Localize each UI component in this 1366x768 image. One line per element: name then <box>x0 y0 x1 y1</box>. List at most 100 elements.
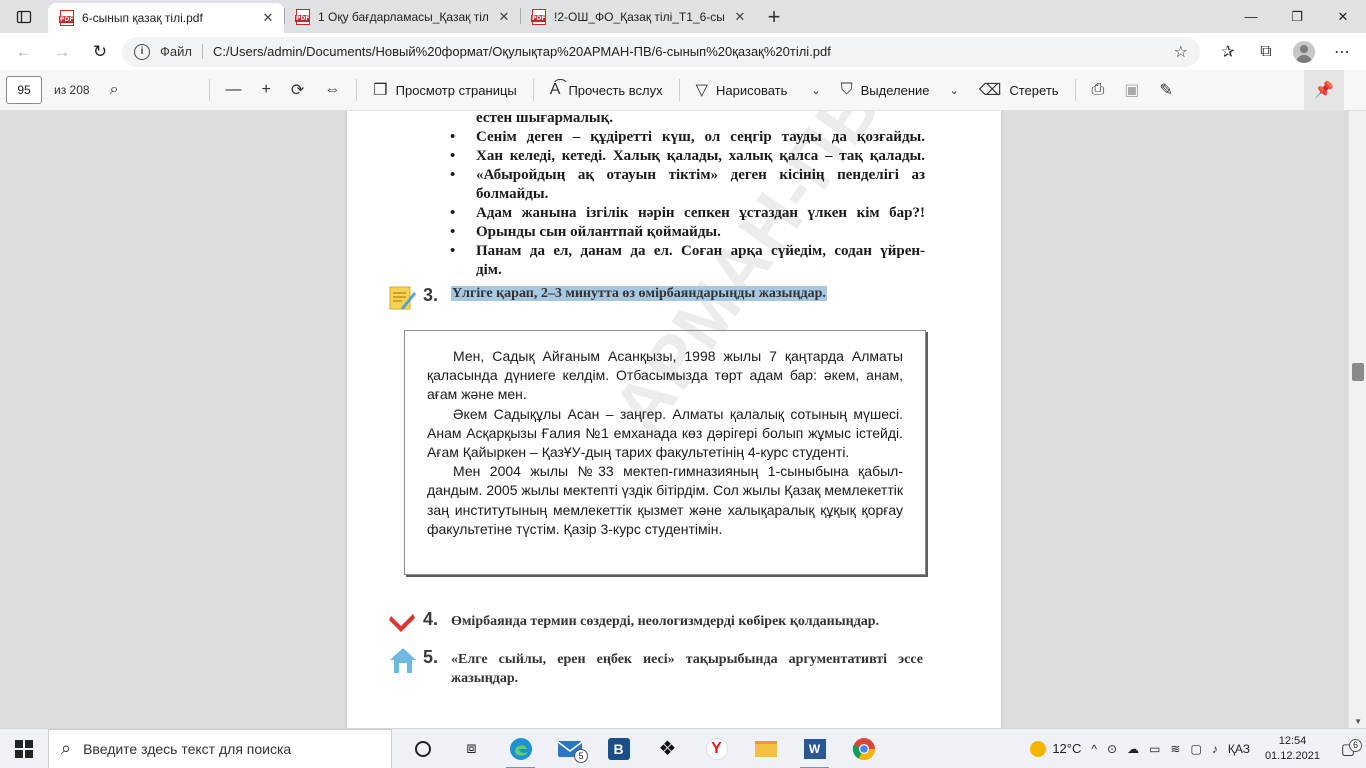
new-tab-button[interactable]: + <box>756 0 792 33</box>
taskbar-search-input[interactable]: ⌕ Введите здесь текст для поиска <box>48 728 392 768</box>
refresh-button[interactable]: ↻ <box>84 37 116 67</box>
tab-osh-fo[interactable]: !2-ОШ_ФО_Қазақ тілі_Т1_6-сынып ✕ <box>520 0 756 33</box>
proverb-line: «Абыройдың ақ отауын тіктім» деген кісін… <box>450 166 925 185</box>
dropbox-taskbar-button[interactable]: ❖ <box>643 729 692 768</box>
b-app-taskbar-button[interactable]: B <box>594 729 643 768</box>
close-icon: ✕ <box>1337 8 1349 24</box>
notifications-button[interactable]: ▢ 6 <box>1330 738 1366 758</box>
chrome-taskbar-button[interactable] <box>839 729 888 768</box>
divider <box>532 79 534 101</box>
profile-button[interactable] <box>1288 37 1320 67</box>
proverb-line: естен шығармалық. <box>476 111 613 126</box>
chat-icon[interactable]: ▢ <box>1185 742 1206 756</box>
close-icon[interactable]: ✕ <box>732 9 748 25</box>
pin-toolbar-button[interactable]: 📌 <box>1304 70 1344 110</box>
battery-icon[interactable]: ▭ <box>1144 742 1165 756</box>
clock[interactable]: 12:54 01.12.2021 <box>1255 734 1330 764</box>
pen-icon: ▽ <box>695 82 708 99</box>
chevron-down-icon[interactable]: ⌄ <box>950 84 959 97</box>
more-icon: ⋯ <box>1334 43 1350 61</box>
chevron-down-icon[interactable]: ⌄ <box>811 84 820 97</box>
settings-menu-button[interactable]: ⋯ <box>1326 37 1358 67</box>
printer-icon: ⎙ <box>1091 81 1105 98</box>
page-view-icon: ❒ <box>373 82 388 99</box>
info-icon[interactable]: i <box>134 43 150 60</box>
favorites-icon: ✰ <box>1221 43 1235 61</box>
page-view-button[interactable]: ❒ Просмотр страницы <box>363 74 526 106</box>
read-aloud-button[interactable]: A͡ Прочесть вслух <box>540 74 673 106</box>
edge-icon <box>509 737 532 760</box>
page-number-input[interactable]: 95 <box>6 76 42 104</box>
vertical-scrollbar[interactable]: ▼ <box>1349 111 1366 728</box>
mail-badge: 5 <box>574 748 588 763</box>
url-field[interactable]: i Файл C:/Users/admin/Documents/Новый%20… <box>122 36 1200 67</box>
arrow-right-icon: → <box>53 41 71 61</box>
page-total: из 208 <box>54 83 90 97</box>
close-icon[interactable]: ✕ <box>260 10 276 26</box>
scrollbar-thumb[interactable] <box>1352 363 1364 381</box>
tab-oqu-bagdarlamasy[interactable]: 1 Оқу бағдарламасы_Қазақ тілі_6-сынып ✕ <box>284 0 520 33</box>
tab-actions-button[interactable] <box>0 0 48 33</box>
restore-button[interactable]: ❐ <box>1274 0 1320 33</box>
file-explorer-taskbar-button[interactable] <box>741 729 790 768</box>
input-language-button[interactable]: ҚАЗ <box>1223 742 1255 756</box>
tab-pdf-6-synyp[interactable]: 6-сынып қазақ тілі.pdf ✕ <box>48 3 284 33</box>
plus-icon: + <box>261 81 271 98</box>
minus-icon: — <box>225 81 242 98</box>
folder-icon <box>754 740 777 757</box>
save-as-button[interactable]: ✎ <box>1149 74 1182 106</box>
home-icon <box>389 646 417 674</box>
highlight-label: Выделение <box>860 82 930 98</box>
search-button[interactable]: ⌕ <box>100 74 129 106</box>
start-button[interactable] <box>0 729 48 768</box>
add-favorite-icon[interactable]: ☆ <box>1174 42 1188 62</box>
volume-icon[interactable]: ♪ <box>1207 742 1223 756</box>
tab-title: 6-сынып қазақ тілі.pdf <box>82 11 203 25</box>
biography-sample-box: Мен, Садық Айғаным Асанқызы, 1998 жылы 7… <box>404 330 926 575</box>
plus-icon: + <box>767 3 781 29</box>
print-button[interactable]: ⎙ <box>1082 74 1115 106</box>
rotate-button[interactable]: ⟳ <box>281 74 314 106</box>
pdf-file-icon <box>295 8 311 25</box>
url-text[interactable]: C:/Users/admin/Documents/Новый%20формат/… <box>213 44 1164 59</box>
taskbar-apps: ⧈ 5 B ❖ Y W <box>398 729 888 768</box>
close-window-button[interactable]: ✕ <box>1320 0 1366 33</box>
zoom-in-button[interactable]: + <box>252 74 281 106</box>
meet-now-icon[interactable]: ⊙ <box>1102 742 1122 756</box>
search-placeholder: Введите здесь текст для поиска <box>83 740 292 757</box>
minimize-button[interactable]: — <box>1228 0 1274 33</box>
task-4: 4. Өмірбаянда термин сөздерді, неологизм… <box>389 608 923 636</box>
fit-width-button[interactable]: ⇔ <box>314 74 350 106</box>
pdf-file-icon <box>531 8 547 25</box>
erase-button[interactable]: ⌫ Стереть <box>969 74 1069 106</box>
cortana-button[interactable] <box>398 729 447 768</box>
edge-taskbar-button[interactable] <box>496 729 545 768</box>
onedrive-icon[interactable]: ☁ <box>1122 742 1144 756</box>
divider <box>1074 79 1076 101</box>
pdf-viewport[interactable]: АРМАН-ПВ баспасы естен шығармалық.Сенім … <box>0 111 1366 728</box>
draw-button[interactable]: ▽ Нарисовать ⌄ <box>686 74 831 106</box>
highlighter-icon: ⛉ <box>840 81 853 98</box>
forward-button[interactable]: → <box>46 37 78 67</box>
arrow-left-icon: ← <box>15 41 33 61</box>
show-hidden-icons-button[interactable]: ^ <box>1086 742 1102 756</box>
mail-taskbar-button[interactable]: 5 <box>545 729 594 768</box>
favorites-button[interactable]: ✰ <box>1212 37 1244 67</box>
word-taskbar-button[interactable]: W <box>790 729 839 768</box>
collections-button[interactable]: ⧉ <box>1250 37 1282 67</box>
proverb-line: Хан келеді, кетеді. Халық қалады, халық … <box>450 147 925 166</box>
biography-paragraph: Әкем Садықұлы Асан – заңгер. Алматы қала… <box>427 405 903 461</box>
yandex-taskbar-button[interactable]: Y <box>692 729 741 768</box>
back-button[interactable]: ← <box>8 37 40 67</box>
task-number: 4. <box>423 609 439 629</box>
wifi-icon[interactable]: ≋ <box>1165 742 1185 756</box>
zoom-out-button[interactable]: — <box>216 74 252 106</box>
restore-icon: ❐ <box>1291 8 1303 24</box>
task-view-button[interactable]: ⧈ <box>447 729 496 768</box>
highlight-button[interactable]: ⛉ Выделение ⌄ <box>831 74 969 106</box>
weather-widget[interactable]: 12°C <box>1025 740 1086 757</box>
close-icon[interactable]: ✕ <box>496 9 512 25</box>
save-button[interactable]: ▣ <box>1114 74 1149 106</box>
draw-label: Нарисовать <box>715 82 788 98</box>
scroll-down-arrow[interactable]: ▼ <box>1354 717 1362 726</box>
